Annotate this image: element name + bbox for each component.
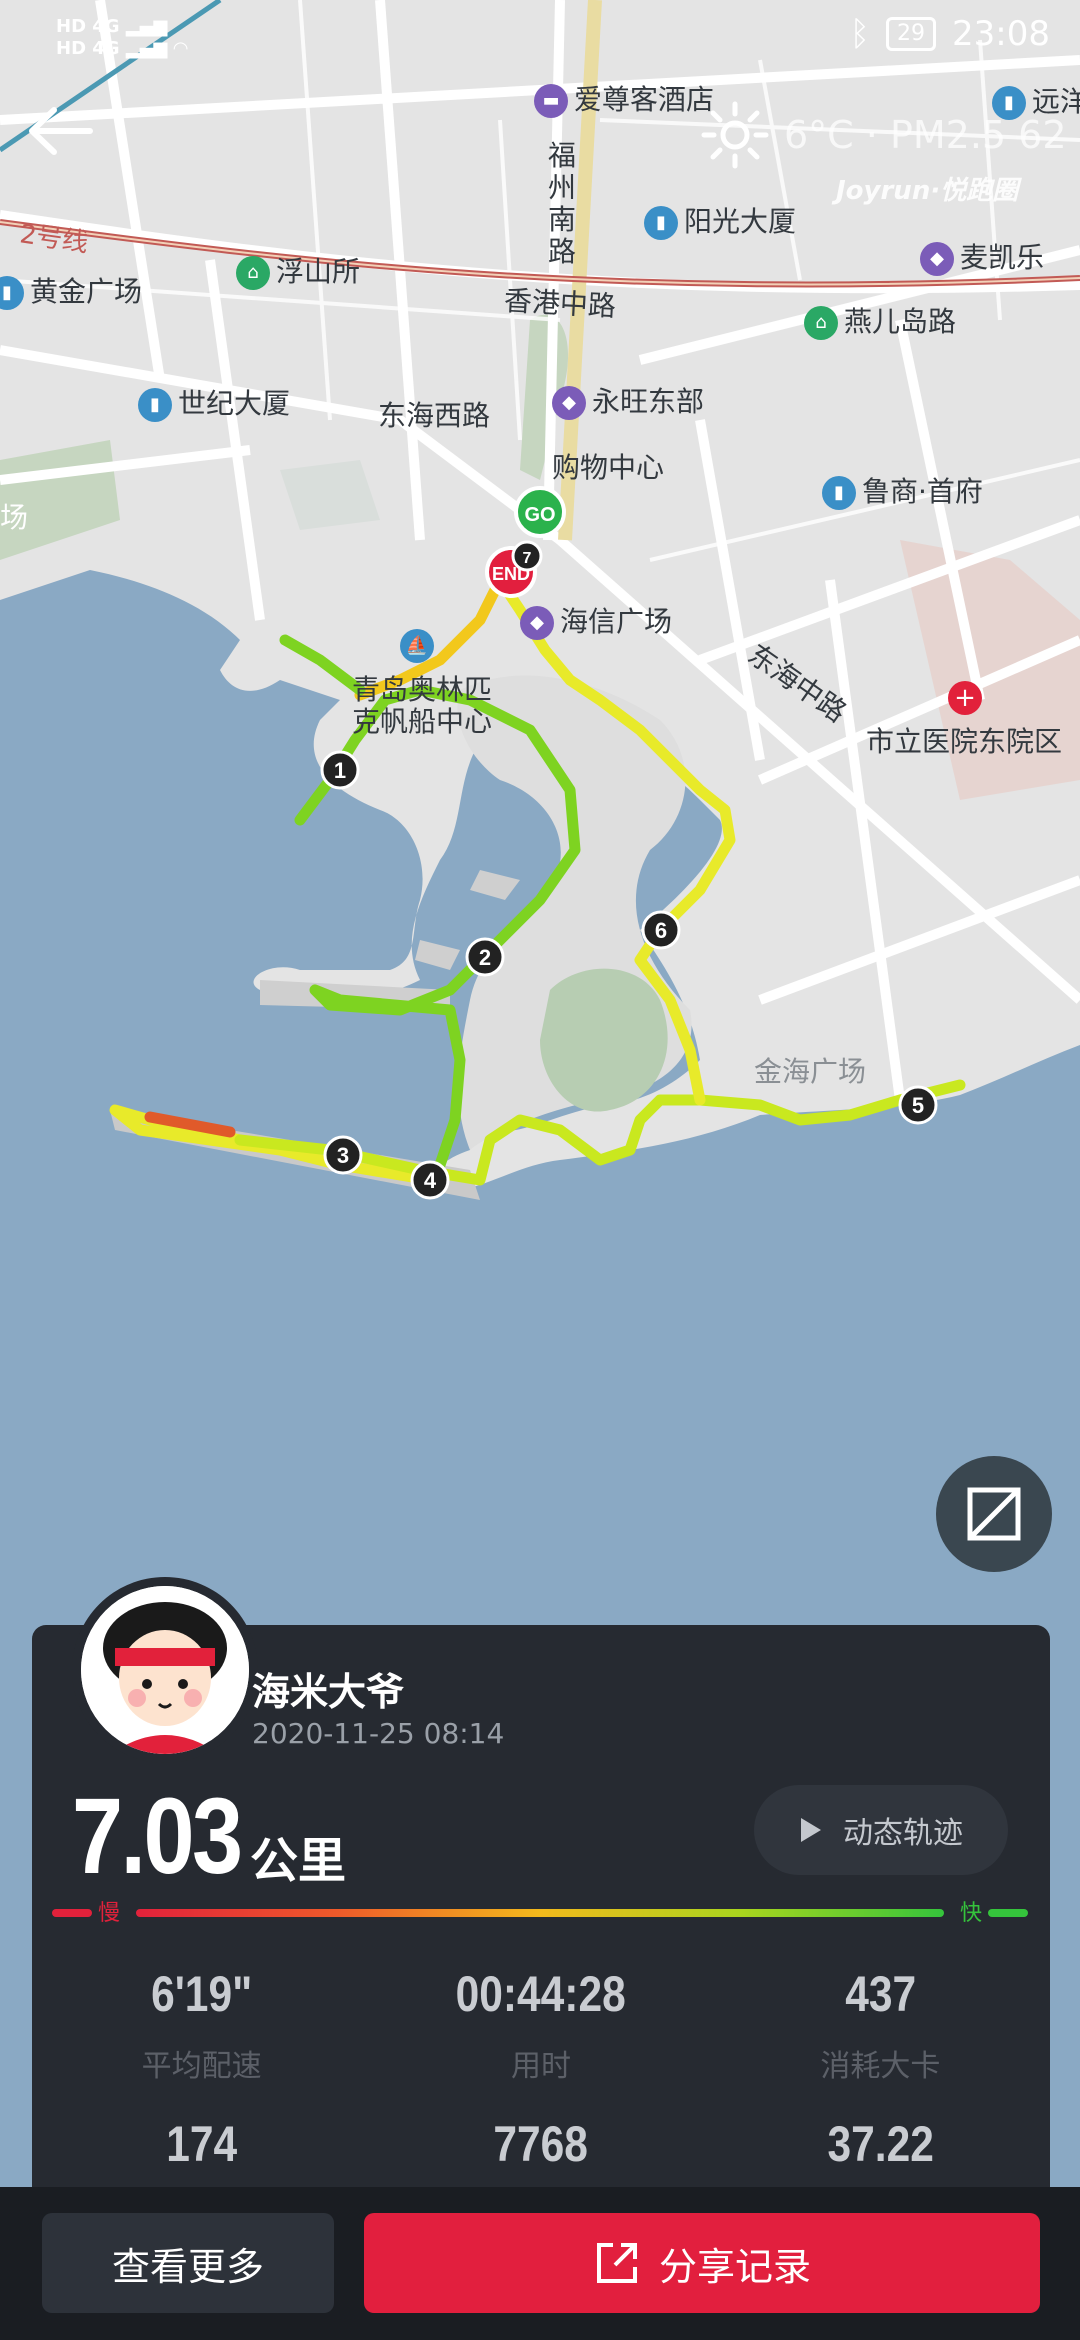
stat-avg-pace: 6'19" 平均配速 xyxy=(141,1966,262,2084)
km-marker-6: 6 xyxy=(641,910,681,950)
user-name: 海米大爷 xyxy=(252,1670,405,1714)
replay-track-button[interactable]: 动态轨迹 xyxy=(754,1785,1008,1875)
map-label-shiji: ▮ 世纪大厦 xyxy=(138,382,290,422)
shopping-icon: ◆ xyxy=(520,606,554,640)
map-label-fushansuo: ⌂ 浮山所 xyxy=(236,250,360,290)
start-marker: GO xyxy=(514,486,566,538)
km-marker-1: 1 xyxy=(320,750,360,790)
share-record-button[interactable]: 分享记录 xyxy=(364,2213,1040,2313)
svg-text:4: 4 xyxy=(424,1168,437,1193)
map-label-hospital-name: 市立医院东院区 xyxy=(866,725,1063,758)
map-label-aolinpi: ⛵ xyxy=(400,628,440,663)
stat-duration: 00:44:28 用时 xyxy=(455,1966,627,2084)
map-label-chang: 场 xyxy=(0,501,29,534)
svg-text:3: 3 xyxy=(337,1143,349,1168)
avatar[interactable] xyxy=(72,1577,258,1763)
expand-map-button[interactable] xyxy=(936,1456,1052,1572)
building-icon: ▮ xyxy=(644,206,678,240)
battery-icon: 29 xyxy=(886,17,937,51)
svg-text:5: 5 xyxy=(912,1093,924,1118)
pace-fast-label: 快 xyxy=(959,1901,982,1926)
view-more-button[interactable]: 查看更多 xyxy=(42,2213,334,2313)
map-label-xianggang-road: 香港中路 xyxy=(503,284,617,323)
status-bar: HD 4G ▂▄▆ HD 4G ▂▄▆ ◠ ᛒ 29 23:08 xyxy=(0,0,1080,80)
back-arrow-icon xyxy=(29,107,93,155)
back-button[interactable] xyxy=(24,96,104,166)
map-label-yongwang-2: 购物中心 xyxy=(552,451,665,484)
stat-calories: 437 消耗大卡 xyxy=(820,1966,941,2084)
pace-slow-label: 慢 xyxy=(98,1901,121,1926)
play-icon xyxy=(801,1818,821,1842)
km-marker-4: 4 xyxy=(410,1160,450,1200)
pace-gradient-bar xyxy=(136,1909,944,1917)
building-icon: ▮ xyxy=(822,476,856,510)
map-label-fuzhou-road: 福州南路 xyxy=(548,139,577,268)
signal-indicators: HD 4G ▂▄▆ HD 4G ▂▄▆ ◠ xyxy=(56,16,188,59)
weather-widget: 6°C · PM2.5 62 xyxy=(700,100,1067,170)
svg-text:7: 7 xyxy=(523,550,532,567)
building-icon: ▮ xyxy=(0,276,24,310)
map-label-haixin: ◆ 海信广场 xyxy=(520,600,672,640)
building-icon: ▮ xyxy=(138,388,172,422)
bottom-action-bar: 查看更多 分享记录 xyxy=(0,2187,1080,2340)
signal-icon: ▂▄▆ xyxy=(125,16,168,37)
distance-unit: 公里 xyxy=(250,1833,347,1889)
pace-legend: 慢 快 xyxy=(52,1893,1028,1933)
svg-text:1: 1 xyxy=(334,758,346,783)
km-marker-7: 7 xyxy=(511,540,543,572)
map-label-jinhai: 金海广场 xyxy=(754,1055,867,1088)
boat-icon: ⛵ xyxy=(400,629,434,663)
shopping-icon: ◆ xyxy=(552,386,586,420)
bluetooth-icon: ᛒ xyxy=(849,14,871,54)
svg-text:6: 6 xyxy=(655,918,667,943)
signal-icon: ▂▄▆ xyxy=(125,38,168,59)
map-label-yangguang: ▮ 阳光大厦 xyxy=(644,200,796,240)
sun-icon xyxy=(701,101,769,169)
svg-text:GO: GO xyxy=(524,504,555,526)
share-icon xyxy=(596,2243,637,2283)
map-label-yongwang: ◆ 永旺东部 xyxy=(552,380,704,420)
map-label-donghaixi-road: 东海西路 xyxy=(378,399,491,432)
map-label-maikaile: ◆ 麦凯乐 xyxy=(920,236,1044,276)
map-label-huangjin: ▮ 黄金广场 xyxy=(0,270,142,310)
map-label-hospital: + xyxy=(948,680,988,715)
distance-value: 7.03 xyxy=(72,1775,243,1896)
replay-track-label: 动态轨迹 xyxy=(843,1816,963,1851)
run-route-map[interactable]: GO END 1 2 3 4 5 6 7 xyxy=(0,0,1080,1660)
metro-icon: ⌂ xyxy=(804,306,838,340)
hotel-icon: ▬ xyxy=(534,84,568,118)
wifi-icon: ◠ xyxy=(173,38,188,59)
map-label-aolinpi-2: 克帆船中心 xyxy=(352,705,493,738)
svg-text:2: 2 xyxy=(479,945,491,970)
run-datetime: 2020-11-25 08:14 xyxy=(252,1717,505,1750)
hospital-icon: + xyxy=(948,681,982,715)
km-marker-5: 5 xyxy=(898,1085,938,1125)
km-marker-3: 3 xyxy=(323,1135,363,1175)
weather-text: 6°C · PM2.5 62 xyxy=(784,113,1067,157)
avatar-illustration xyxy=(81,1586,249,1754)
brand-watermark: Joyrun·悦跑圈 xyxy=(836,176,1019,206)
expand-icon xyxy=(967,1487,1021,1541)
map-label-yanerdao: ⌂ 燕儿岛路 xyxy=(804,300,956,340)
map-label-luneng: ▮ 鲁商·首府 xyxy=(822,470,983,510)
shopping-icon: ◆ xyxy=(920,242,954,276)
map-label-hotel: ▬ 爱尊客酒店 xyxy=(534,78,714,118)
km-marker-2: 2 xyxy=(465,937,505,977)
metro-icon: ⌂ xyxy=(236,256,270,290)
clock: 23:08 xyxy=(952,14,1050,54)
